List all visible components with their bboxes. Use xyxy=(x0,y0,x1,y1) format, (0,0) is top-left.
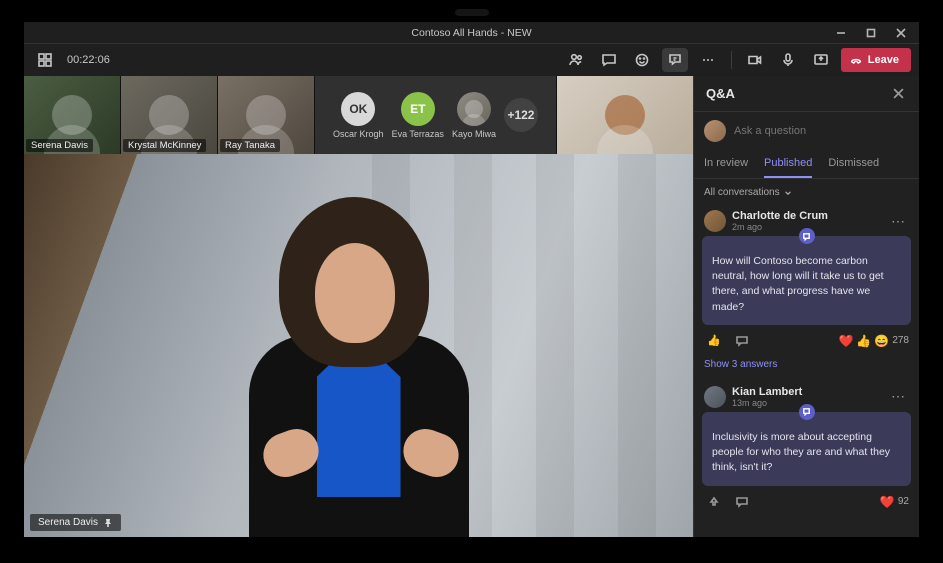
question-badge-icon xyxy=(799,404,815,420)
pin-icon xyxy=(103,518,113,528)
overflow-count[interactable]: +122 xyxy=(504,98,538,132)
filter-label: All conversations xyxy=(704,187,780,198)
participant-name: Kayo Miwa xyxy=(452,129,496,139)
heart-icon: ❤️ xyxy=(838,334,853,348)
question-badge-icon xyxy=(799,228,815,244)
user-avatar xyxy=(704,120,726,142)
tab-published[interactable]: Published xyxy=(764,150,812,178)
question-time: 2m ago xyxy=(732,222,828,232)
participant-name: Oscar Krogh xyxy=(333,129,384,139)
qa-panel: Q&A In review Published Dismissed All co… xyxy=(693,76,919,537)
tab-in-review[interactable]: In review xyxy=(704,150,748,178)
window-maximize[interactable] xyxy=(856,22,886,44)
qa-tabs: In review Published Dismissed xyxy=(694,150,919,179)
participant-tile[interactable]: Ray Tanaka xyxy=(218,76,314,154)
upvote-icon[interactable]: 👍 xyxy=(704,331,724,351)
participant-avatar[interactable]: OK xyxy=(341,92,375,126)
reaction-summary[interactable]: ❤️ 92 xyxy=(880,495,909,509)
participant-name: Ray Tanaka xyxy=(220,139,280,152)
question-author: Kian Lambert xyxy=(732,386,802,398)
question-more-icon[interactable]: ⋯ xyxy=(887,388,909,405)
question-card: Kian Lambert 13m ago ⋯ Inclusivity is mo… xyxy=(702,382,911,518)
reaction-count: 92 xyxy=(898,496,909,507)
laugh-icon: 😄 xyxy=(874,334,889,348)
speaker-nametag: Serena Davis xyxy=(30,514,121,531)
question-author: Charlotte de Crum xyxy=(732,210,828,222)
speaker-name: Serena Davis xyxy=(38,517,98,528)
chevron-down-icon xyxy=(784,189,792,197)
question-body: Inclusivity is more about accepting peop… xyxy=(702,412,911,486)
question-more-icon[interactable]: ⋯ xyxy=(887,213,909,230)
meeting-timer: 00:22:06 xyxy=(67,54,110,66)
reply-icon[interactable] xyxy=(732,492,752,512)
titlebar: Contoso All Hands - NEW xyxy=(24,22,919,44)
meeting-area: Serena Davis Krystal McKinney Ray Tanaka… xyxy=(24,76,693,537)
participant-tile[interactable]: Krystal McKinney xyxy=(121,76,217,154)
qa-icon[interactable] xyxy=(662,48,688,72)
leave-button[interactable]: Leave xyxy=(841,48,911,72)
window-title: Contoso All Hands - NEW xyxy=(411,27,531,39)
window-minimize[interactable] xyxy=(826,22,856,44)
reply-icon[interactable] xyxy=(732,331,752,351)
reaction-summary[interactable]: ❤️ 👍 😄 278 xyxy=(838,334,909,348)
main-speaker-video[interactable]: Serena Davis xyxy=(24,154,693,537)
participant-tile[interactable] xyxy=(557,76,693,154)
people-icon[interactable] xyxy=(563,48,589,72)
author-avatar xyxy=(704,386,726,408)
participant-name: Krystal McKinney xyxy=(123,139,206,152)
question-card: Charlotte de Crum 2m ago ⋯ How will Cont… xyxy=(702,206,911,374)
mic-icon[interactable] xyxy=(775,48,801,72)
participant-avatar[interactable] xyxy=(457,92,491,126)
ask-question-input[interactable] xyxy=(734,125,909,137)
heart-icon: ❤️ xyxy=(880,495,895,509)
reaction-count: 278 xyxy=(892,335,909,346)
more-icon[interactable] xyxy=(695,48,721,72)
share-icon[interactable] xyxy=(808,48,834,72)
layout-grid-icon[interactable] xyxy=(32,48,58,72)
tab-dismissed[interactable]: Dismissed xyxy=(828,150,879,178)
participant-tile[interactable]: Serena Davis xyxy=(24,76,120,154)
panel-title: Q&A xyxy=(706,86,735,101)
chat-icon[interactable] xyxy=(596,48,622,72)
thumbsup-icon: 👍 xyxy=(856,334,871,348)
show-answers-link[interactable]: Show 3 answers xyxy=(702,357,911,374)
question-list: Charlotte de Crum 2m ago ⋯ How will Cont… xyxy=(694,202,919,537)
close-icon[interactable] xyxy=(889,85,907,103)
window-close[interactable] xyxy=(886,22,916,44)
upvote-icon[interactable] xyxy=(704,492,724,512)
participant-avatar[interactable]: ET xyxy=(401,92,435,126)
participant-name: Serena Davis xyxy=(26,139,93,152)
camera-icon[interactable] xyxy=(742,48,768,72)
question-body: How will Contoso become carbon neutral, … xyxy=(702,236,911,325)
reactions-icon[interactable] xyxy=(629,48,655,72)
author-avatar xyxy=(704,210,726,232)
leave-label: Leave xyxy=(868,54,899,66)
participant-gallery: Serena Davis Krystal McKinney Ray Tanaka… xyxy=(24,76,693,154)
participant-name: Eva Terrazas xyxy=(392,129,444,139)
meeting-toolbar: 00:22:06 xyxy=(24,44,919,76)
ask-question-row[interactable] xyxy=(694,112,919,150)
conversation-filter[interactable]: All conversations xyxy=(694,179,919,202)
question-time: 13m ago xyxy=(732,398,802,408)
participant-overflow-tile: OK Oscar Krogh ET Eva Terrazas Kayo Miwa… xyxy=(315,76,556,154)
